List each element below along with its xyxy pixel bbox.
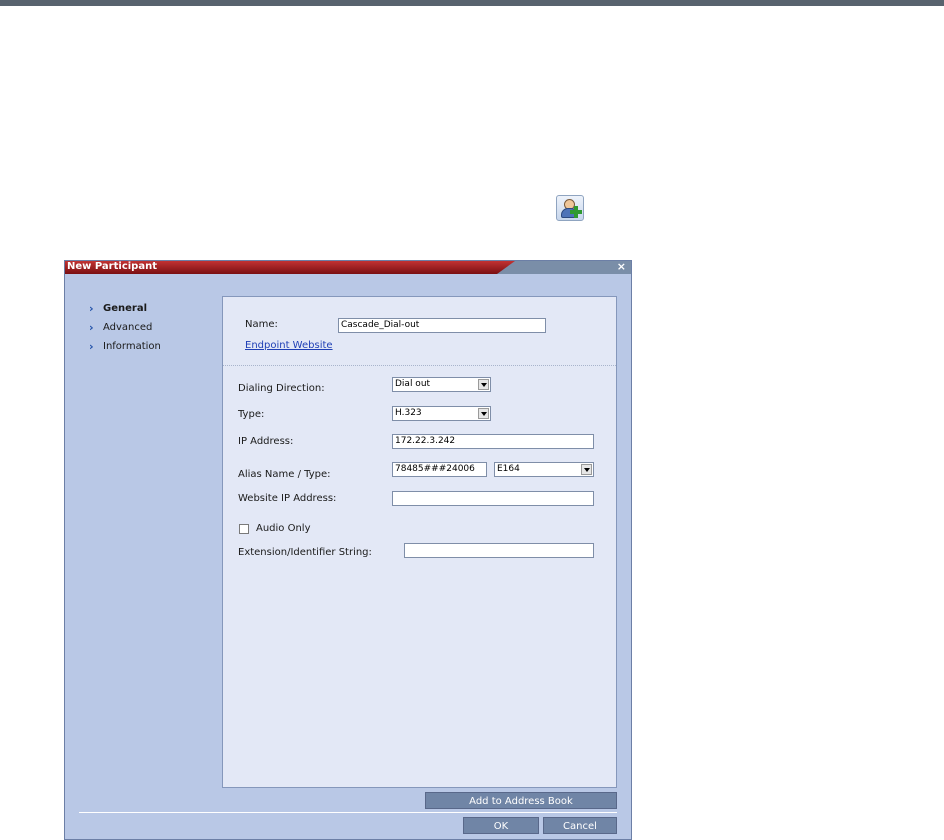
- chevron-right-icon: ›: [89, 321, 94, 334]
- nav-item-general[interactable]: › General: [89, 299, 161, 318]
- ok-button[interactable]: OK: [463, 817, 539, 834]
- general-panel: Name: Cascade_Dial-out Endpoint Website …: [222, 296, 617, 788]
- audio-only-checkbox[interactable]: [239, 524, 249, 534]
- type-label: Type:: [238, 409, 265, 420]
- cancel-button[interactable]: Cancel: [543, 817, 617, 834]
- alias-type-value: E164: [497, 464, 520, 474]
- nav-item-label: General: [103, 303, 147, 314]
- add-to-address-book-button[interactable]: Add to Address Book: [425, 792, 617, 809]
- extension-label: Extension/Identifier String:: [238, 547, 372, 558]
- website-ip-field[interactable]: [392, 491, 594, 506]
- dialog-title: New Participant: [67, 261, 157, 272]
- chevron-down-icon[interactable]: [478, 408, 489, 419]
- chevron-down-icon[interactable]: [581, 464, 592, 475]
- name-label: Name:: [245, 319, 278, 330]
- alias-type-select[interactable]: E164: [494, 462, 594, 477]
- chevron-right-icon: ›: [89, 340, 94, 353]
- add-participant-icon: [556, 195, 584, 221]
- endpoint-website-link[interactable]: Endpoint Website: [245, 340, 333, 351]
- type-select[interactable]: H.323: [392, 406, 491, 421]
- plus-icon: [570, 206, 582, 218]
- nav-item-advanced[interactable]: › Advanced: [89, 318, 161, 337]
- dialing-direction-value: Dial out: [395, 379, 431, 389]
- audio-only-label: Audio Only: [256, 523, 311, 534]
- title-bar[interactable]: New Participant ×: [65, 260, 631, 274]
- name-field[interactable]: Cascade_Dial-out: [338, 318, 546, 333]
- chevron-down-icon[interactable]: [478, 379, 489, 390]
- dialing-direction-label: Dialing Direction:: [238, 383, 325, 394]
- new-participant-dialog: New Participant × › General › Advanced ›…: [64, 260, 632, 840]
- top-bar: [0, 0, 944, 6]
- close-icon[interactable]: ×: [617, 260, 626, 274]
- alias-name-field[interactable]: 78485###24006: [392, 462, 487, 477]
- nav-item-label: Advanced: [103, 322, 153, 333]
- alias-name-type-label: Alias Name / Type:: [238, 469, 331, 480]
- divider: [223, 365, 616, 366]
- ip-address-field[interactable]: 172.22.3.242: [392, 434, 594, 449]
- chevron-right-icon: ›: [89, 302, 94, 315]
- nav-item-label: Information: [103, 341, 161, 352]
- bottom-divider: [79, 812, 617, 813]
- website-ip-label: Website IP Address:: [238, 493, 337, 504]
- type-value: H.323: [395, 408, 422, 418]
- ip-address-label: IP Address:: [238, 436, 294, 447]
- nav-item-information[interactable]: › Information: [89, 337, 161, 356]
- dialing-direction-select[interactable]: Dial out: [392, 377, 491, 392]
- extension-field[interactable]: [404, 543, 594, 558]
- side-nav: › General › Advanced › Information: [89, 299, 161, 356]
